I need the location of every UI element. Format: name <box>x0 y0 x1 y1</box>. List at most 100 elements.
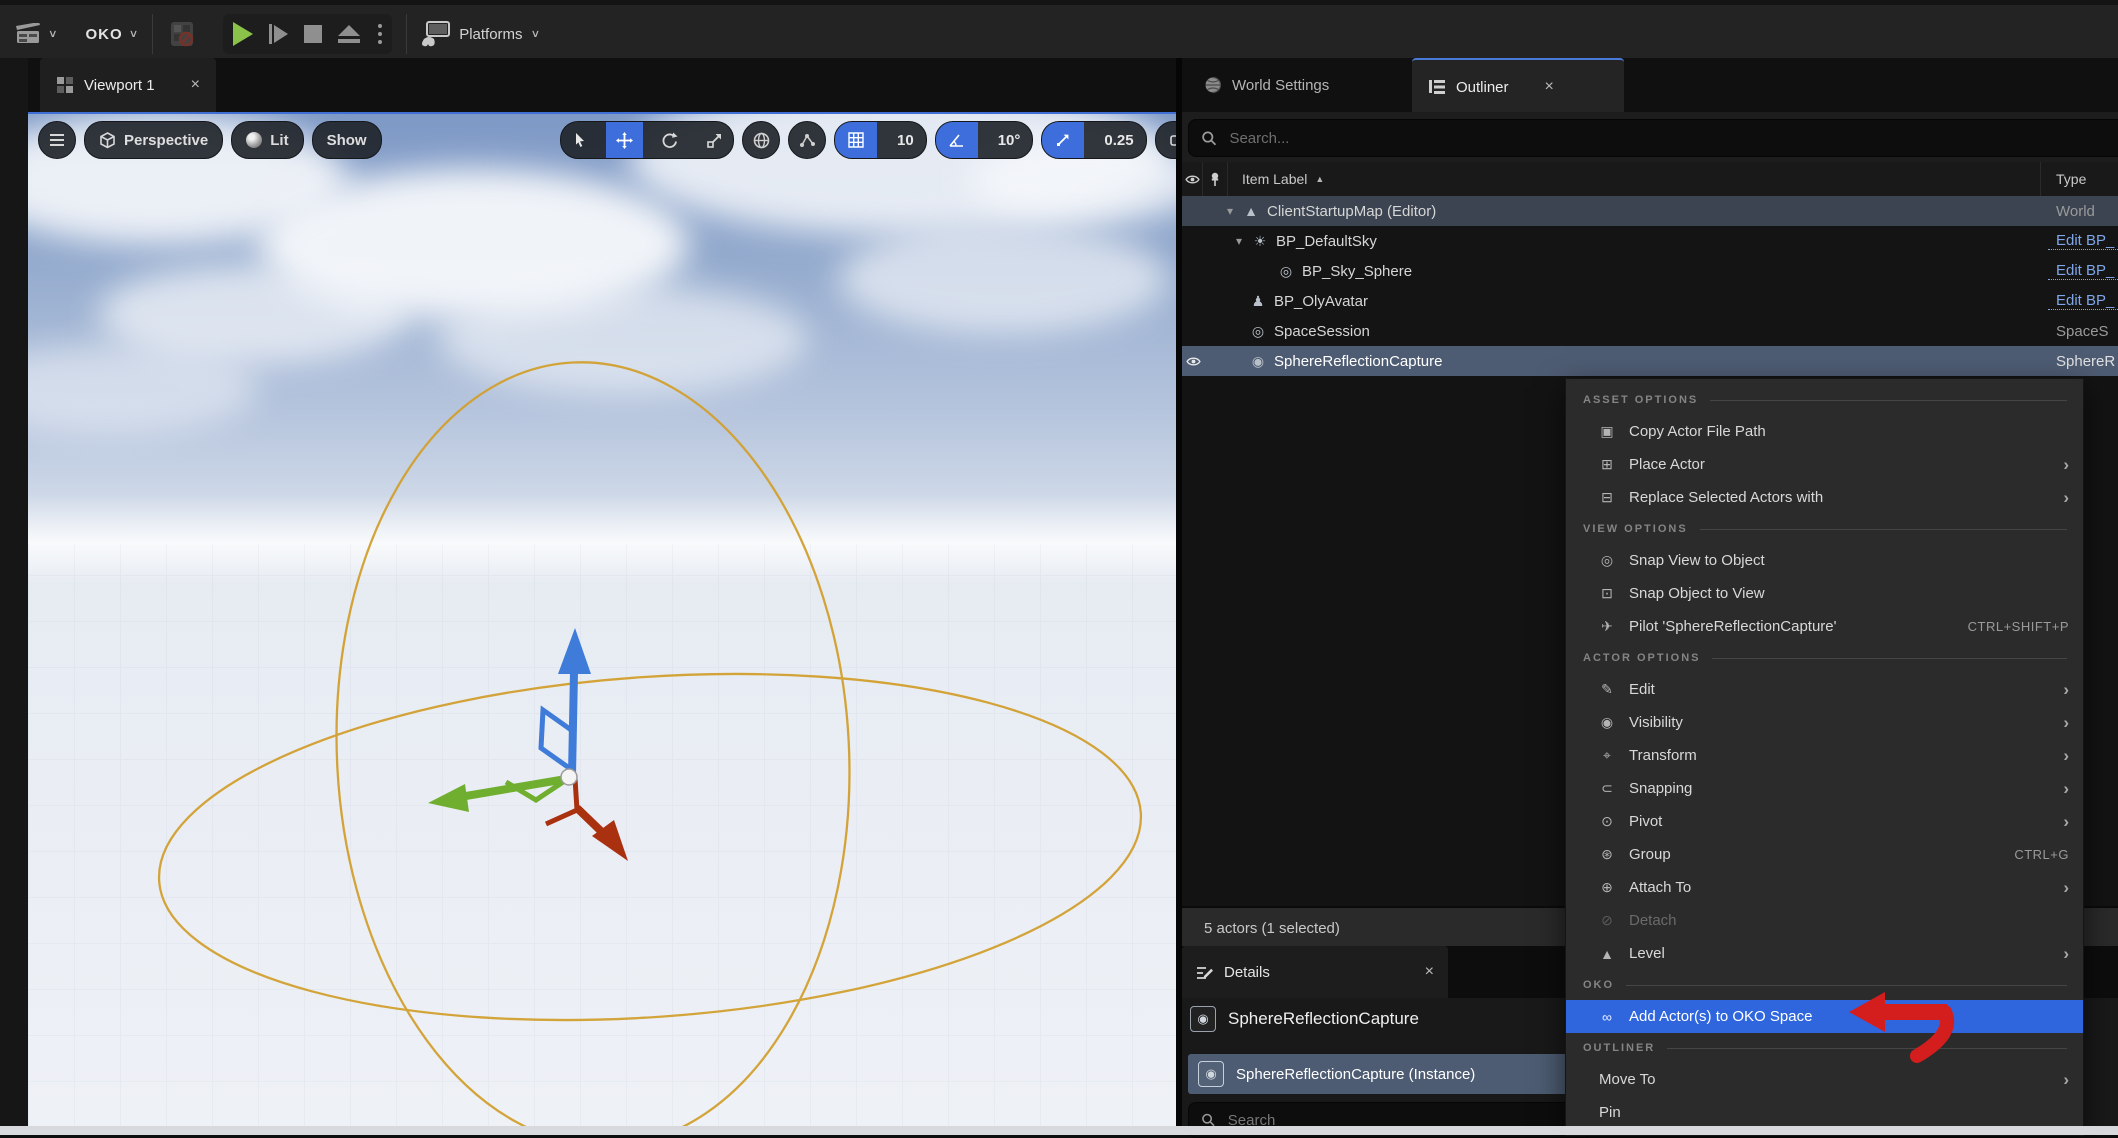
transform-gizmo <box>428 628 628 861</box>
scale-snap-control[interactable]: 0.25 <box>1041 121 1146 159</box>
menu-item-level[interactable]: ▲ Level › <box>1566 937 2083 970</box>
edit-blueprint-link[interactable]: Edit BP_ <box>2048 232 2118 250</box>
menu-item-snap-view-to-object[interactable]: ◎ Snap View to Object <box>1566 544 2083 577</box>
oko-icon: ∞ <box>1595 1009 1619 1025</box>
menu-section-view-options: VIEW OPTIONS <box>1566 514 2083 544</box>
submenu-arrow-icon: › <box>2063 812 2069 832</box>
menu-item-pin[interactable]: Pin <box>1566 1096 2083 1129</box>
surface-snapping-button[interactable] <box>788 121 826 159</box>
rotate-tool-button[interactable] <box>651 122 688 158</box>
menu-item-snapping[interactable]: ⊂ Snapping › <box>1566 772 2083 805</box>
play-options-button[interactable] <box>378 24 382 44</box>
submenu-arrow-icon: › <box>2063 680 2069 700</box>
submenu-arrow-icon: › <box>2063 713 2069 733</box>
chevron-down-icon: ∨ <box>129 28 139 41</box>
modes-button[interactable] <box>167 19 197 49</box>
chevron-down-icon: ∨ <box>48 28 58 41</box>
menu-item-group[interactable]: ⊛ Group CTRL+G <box>1566 838 2083 871</box>
close-icon[interactable]: × <box>1545 78 1554 96</box>
stop-button[interactable] <box>304 25 322 43</box>
menu-item-transform[interactable]: ⌖ Transform › <box>1566 739 2083 772</box>
menu-item-visibility[interactable]: ◉ Visibility › <box>1566 706 2083 739</box>
outliner-list-icon <box>1428 78 1446 96</box>
viewport-canvas[interactable]: Perspective Lit Show <box>28 112 1176 1128</box>
replace-actor-icon: ⊟ <box>1595 489 1619 506</box>
expander-icon[interactable]: ▾ <box>1227 204 1241 218</box>
oko-menu-button[interactable]: OKO ∨ <box>86 26 139 43</box>
item-label-column-header[interactable]: Item Label ▲ <box>1242 171 1324 187</box>
lit-dropdown[interactable]: Lit <box>231 121 303 159</box>
unreal-editor-window: ∨ OKO ∨ <box>0 0 2118 1135</box>
viewport-icon <box>56 76 74 94</box>
eye-icon[interactable] <box>1186 356 1201 367</box>
snap-view-icon: ◎ <box>1595 552 1619 569</box>
eject-button[interactable] <box>338 25 360 43</box>
move-tool-button[interactable] <box>606 122 643 158</box>
tab-details[interactable]: Details × <box>1182 946 1448 998</box>
play-controls-group <box>223 14 392 54</box>
details-object-header: ◉ SphereReflectionCapture <box>1190 1006 1419 1032</box>
camera-speed-control[interactable]: 4 <box>1155 121 1176 159</box>
viewport-options-button[interactable] <box>38 121 76 159</box>
outliner-row-clientstartupmap[interactable]: ▾ ▲ ClientStartupMap (Editor) World <box>1182 196 2118 226</box>
tab-viewport-1[interactable]: Viewport 1 × <box>40 58 216 112</box>
visibility-column-header[interactable] <box>1182 162 1203 196</box>
expander-icon[interactable]: ▾ <box>1236 234 1250 248</box>
viewport-toolbar-left: Perspective Lit Show <box>38 122 382 158</box>
select-tool-button[interactable] <box>561 122 598 158</box>
tab-world-settings[interactable]: World Settings <box>1188 58 1345 112</box>
rotation-snap-control[interactable]: 10° <box>935 121 1034 159</box>
perspective-dropdown[interactable]: Perspective <box>84 121 223 159</box>
outliner-row-bp-sky-sphere[interactable]: ◎ BP_Sky_Sphere Edit BP_ <box>1182 256 2118 286</box>
gizmo-z-arrowhead <box>558 628 591 674</box>
outliner-row-spacesession[interactable]: ◎ SpaceSession SpaceS <box>1182 316 2118 346</box>
grid-snap-control[interactable]: 10 <box>834 121 927 159</box>
cinematics-button[interactable]: ∨ <box>16 23 58 45</box>
globe-icon <box>1204 76 1222 94</box>
outliner-row-bp-defaultsky[interactable]: ▾ ☀ BP_DefaultSky Edit BP_ <box>1182 226 2118 256</box>
tab-outliner[interactable]: Outliner × <box>1412 58 1624 114</box>
menu-item-pivot[interactable]: ⊙ Pivot › <box>1566 805 2083 838</box>
menu-item-add-actors-to-oko-space[interactable]: ∞ Add Actor(s) to OKO Space <box>1566 1000 2083 1033</box>
reflection-capture-icon: ◉ <box>1198 1061 1224 1087</box>
menu-item-replace-selected-actors[interactable]: ⊟ Replace Selected Actors with › <box>1566 481 2083 514</box>
edit-blueprint-link[interactable]: Edit BP_ <box>2048 262 2118 280</box>
show-label: Show <box>327 132 367 149</box>
menu-item-edit[interactable]: ✎ Edit › <box>1566 673 2083 706</box>
menu-section-outliner: OUTLINER <box>1566 1033 2083 1063</box>
platforms-button[interactable]: Platforms ∨ <box>421 21 540 47</box>
show-dropdown[interactable]: Show <box>312 121 382 159</box>
edit-blueprint-link[interactable]: Edit BP_ <box>2048 292 2118 310</box>
outliner-search-input[interactable] <box>1227 129 2118 148</box>
oko-logo: OKO <box>86 26 123 43</box>
snap-object-icon: ⊡ <box>1595 585 1619 602</box>
menu-item-copy-actor-file-path[interactable]: ▣ Copy Actor File Path <box>1566 415 2083 448</box>
world-space-toggle[interactable] <box>742 121 780 159</box>
menu-item-move-to[interactable]: Move To › <box>1566 1063 2083 1096</box>
sky-icon: ☀ <box>1250 233 1270 250</box>
menu-item-attach-to[interactable]: ⊕ Attach To › <box>1566 871 2083 904</box>
level-icon: ▲ <box>1595 946 1619 962</box>
place-actor-icon: ⊞ <box>1595 456 1619 473</box>
pin-column-header[interactable] <box>1203 162 1228 196</box>
play-button[interactable] <box>233 22 253 46</box>
menu-item-snap-object-to-view[interactable]: ⊡ Snap Object to View <box>1566 577 2083 610</box>
hamburger-icon <box>50 134 64 146</box>
menu-item-pilot-actor[interactable]: ✈ Pilot 'SphereReflectionCapture' CTRL+S… <box>1566 610 2083 643</box>
skip-frame-button[interactable] <box>269 24 288 44</box>
scale-tool-button[interactable] <box>696 122 733 158</box>
reflection-capture-icon: ◉ <box>1248 353 1268 370</box>
pawn-icon: ♟ <box>1248 293 1268 310</box>
gizmo-x-arrowhead <box>428 784 469 812</box>
submenu-arrow-icon: › <box>2063 455 2069 475</box>
scale-snap-icon <box>1042 122 1084 158</box>
close-icon[interactable]: × <box>1425 963 1434 981</box>
outliner-row-bp-olyavatar[interactable]: ♟ BP_OlyAvatar Edit BP_ <box>1182 286 2118 316</box>
close-icon[interactable]: × <box>191 76 200 94</box>
details-instance-row[interactable]: ◉ SphereReflectionCapture (Instance) <box>1188 1054 1586 1094</box>
menu-item-place-actor[interactable]: ⊞ Place Actor › <box>1566 448 2083 481</box>
outliner-row-spherereflectioncapture[interactable]: ◉ SphereReflectionCapture SphereR <box>1182 346 2118 376</box>
snapping-icon: ⊂ <box>1595 780 1619 797</box>
type-column-header[interactable]: Type <box>2056 171 2086 187</box>
copy-icon: ▣ <box>1595 423 1619 440</box>
